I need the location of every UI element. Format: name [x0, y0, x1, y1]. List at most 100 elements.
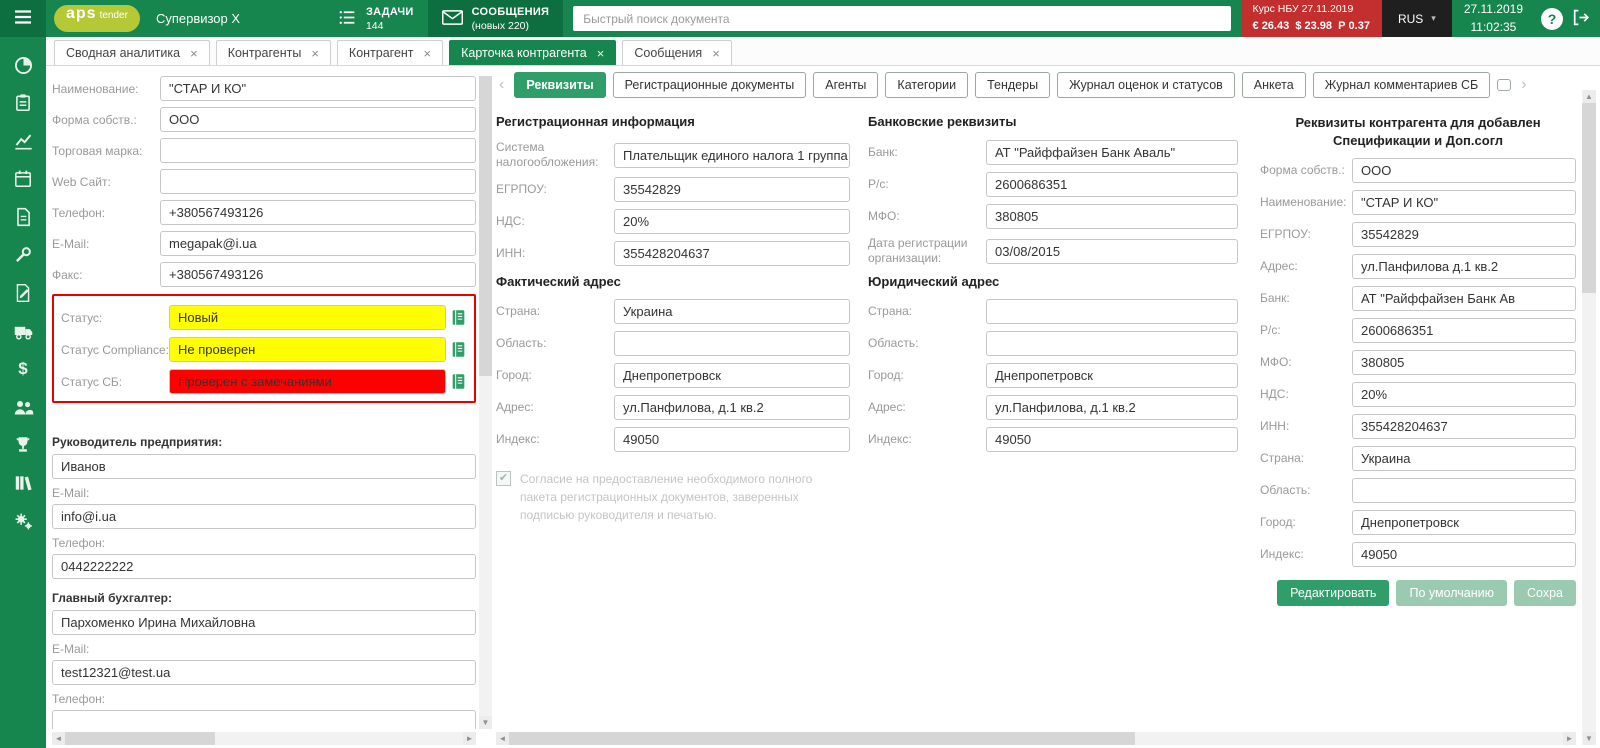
tab-partial-clipped[interactable]: [1497, 79, 1512, 91]
tasks-button[interactable]: ЗАДАЧИ 144: [324, 0, 428, 37]
scroll-right-icon[interactable]: ►: [1563, 732, 1576, 745]
spec-city-input[interactable]: Днепропетровск: [1352, 510, 1576, 536]
hamburger-menu-button[interactable]: [0, 0, 46, 37]
currency-rates-panel[interactable]: Курс НБУ 27.11.2019 € 26.43 $ 23.98 Р 0.…: [1240, 0, 1382, 37]
save-button[interactable]: Сохра: [1514, 580, 1576, 607]
help-button[interactable]: ?: [1541, 7, 1563, 30]
details-vertical-scrollbar[interactable]: ▲ ▼: [1582, 90, 1596, 745]
spec-region-input[interactable]: [1352, 478, 1576, 504]
messages-button[interactable]: СООБЩЕНИЯ (новых 220): [427, 0, 564, 37]
spec-mfo-input[interactable]: 380805: [1352, 350, 1576, 376]
legal-address-input[interactable]: ул.Панфилова, д.1 кв.2: [986, 395, 1238, 420]
line-chart-icon[interactable]: [11, 129, 35, 153]
compliance-journal-icon[interactable]: [450, 341, 467, 358]
trophy-icon[interactable]: [11, 433, 35, 457]
spec-egrpou-input[interactable]: 35542829: [1352, 222, 1576, 248]
website-input[interactable]: [160, 169, 476, 194]
accountant-email-input[interactable]: test12321@test.ua: [52, 660, 476, 685]
scroll-down-icon[interactable]: ▼: [479, 716, 492, 729]
email-input[interactable]: megapak@i.ua: [160, 231, 476, 256]
document-icon[interactable]: [11, 205, 35, 229]
close-icon[interactable]: ×: [424, 47, 432, 60]
language-selector[interactable]: RUS ▾: [1381, 0, 1452, 37]
partners-users-icon[interactable]: [11, 395, 35, 419]
account-input[interactable]: 2600686351: [986, 172, 1238, 197]
truck-icon[interactable]: [11, 319, 35, 343]
close-icon[interactable]: ×: [597, 47, 605, 60]
accountant-name-input[interactable]: Пархоменко Ирина Михайловна: [52, 610, 476, 635]
director-email-input[interactable]: info@i.ua: [52, 504, 476, 529]
left-panel-horizontal-scrollbar[interactable]: ◄ ►: [52, 732, 476, 745]
library-books-icon[interactable]: [11, 471, 35, 495]
tab-contractor-card[interactable]: Карточка контрагента ×: [449, 40, 617, 65]
director-name-input[interactable]: Иванов: [52, 454, 476, 479]
close-icon[interactable]: ×: [190, 47, 198, 60]
legal-country-input[interactable]: [986, 299, 1238, 324]
clipboard-tasks-icon[interactable]: [11, 91, 35, 115]
legal-region-input[interactable]: [986, 331, 1238, 356]
status-journal-icon[interactable]: [450, 309, 467, 326]
tab-contractor[interactable]: Контрагент ×: [336, 40, 444, 65]
security-journal-icon[interactable]: [450, 373, 467, 390]
spec-bank-input[interactable]: АТ "Райффайзен Банк Ав: [1352, 286, 1576, 312]
scrollbar-thumb[interactable]: [1582, 103, 1596, 293]
edit-button[interactable]: Редактировать: [1277, 580, 1390, 607]
scroll-left-icon[interactable]: ◄: [496, 732, 509, 745]
fact-country-input[interactable]: Украина: [614, 299, 850, 324]
fact-address-input[interactable]: ул.Панфилова, д.1 кв.2: [614, 395, 850, 420]
tab-contractors[interactable]: Контрагенты ×: [215, 40, 331, 65]
tab-messages[interactable]: Сообщения ×: [622, 40, 732, 65]
security-status-input[interactable]: Проверен с замечаниями: [169, 369, 446, 394]
scroll-down-icon[interactable]: ▼: [1582, 732, 1596, 745]
close-icon[interactable]: ×: [311, 47, 319, 60]
legal-city-input[interactable]: Днепропетровск: [986, 363, 1238, 388]
tab-summary-analytics[interactable]: Сводная аналитика ×: [54, 40, 210, 65]
tab-categories[interactable]: Категории: [885, 72, 969, 98]
accountant-phone-input[interactable]: [52, 710, 476, 729]
scrollbar-thumb[interactable]: [509, 732, 1136, 745]
fact-zip-input[interactable]: 49050: [614, 427, 850, 452]
director-phone-input[interactable]: 0442222222: [52, 554, 476, 579]
registration-date-input[interactable]: 03/08/2015: [986, 238, 1238, 264]
compliance-status-input[interactable]: Не проверен: [169, 337, 446, 362]
left-panel-vertical-scrollbar[interactable]: ▼: [479, 76, 492, 729]
legal-zip-input[interactable]: 49050: [986, 427, 1238, 452]
spec-ownership-input[interactable]: ООО: [1352, 158, 1576, 184]
egrpou-input[interactable]: 35542829: [614, 177, 850, 202]
tab-requisites[interactable]: Реквизиты: [514, 72, 606, 98]
fact-city-input[interactable]: Днепропетровск: [614, 363, 850, 388]
fact-region-input[interactable]: [614, 331, 850, 356]
bank-name-input[interactable]: АТ "Райффайзен Банк Аваль": [986, 140, 1238, 165]
spec-vat-input[interactable]: 20%: [1352, 382, 1576, 408]
vat-input[interactable]: 20%: [614, 209, 850, 234]
scrollbar-thumb[interactable]: [65, 732, 215, 745]
mfo-input[interactable]: 380805: [986, 204, 1238, 229]
name-input[interactable]: "СТАР И КО": [160, 76, 476, 101]
finance-dollar-icon[interactable]: $: [11, 357, 35, 381]
tab-security-comments-journal[interactable]: Журнал комментариев СБ: [1312, 72, 1491, 98]
spec-country-input[interactable]: Украина: [1352, 446, 1576, 472]
fax-input[interactable]: +380567493126: [160, 262, 476, 287]
spec-address-input[interactable]: ул.Панфилова д.1 кв.2: [1352, 254, 1576, 280]
chevron-left-icon[interactable]: ‹: [496, 76, 507, 94]
aps-tender-logo[interactable]: aps tender: [54, 5, 140, 32]
close-icon[interactable]: ×: [712, 47, 720, 60]
contract-edit-icon[interactable]: [11, 281, 35, 305]
status-input[interactable]: Новый: [169, 305, 446, 330]
wrench-tools-icon[interactable]: [11, 243, 35, 267]
details-horizontal-scrollbar[interactable]: ◄ ►: [496, 732, 1576, 745]
scroll-left-icon[interactable]: ◄: [52, 732, 65, 745]
logout-button[interactable]: [1571, 8, 1590, 30]
spec-zip-input[interactable]: 49050: [1352, 542, 1576, 568]
tab-ratings-status-journal[interactable]: Журнал оценок и статусов: [1057, 72, 1235, 98]
pie-chart-icon[interactable]: [11, 53, 35, 77]
settings-gears-icon[interactable]: [11, 509, 35, 533]
scrollbar-thumb[interactable]: [479, 76, 492, 376]
spec-name-input[interactable]: "СТАР И КО": [1352, 190, 1576, 216]
ownership-form-input[interactable]: ООО: [160, 107, 476, 132]
calendar-icon[interactable]: [11, 167, 35, 191]
consent-checkbox[interactable]: ✔: [496, 471, 511, 486]
phone-input[interactable]: +380567493126: [160, 200, 476, 225]
scroll-right-icon[interactable]: ►: [463, 732, 476, 745]
tab-registration-documents[interactable]: Регистрационные документы: [612, 72, 807, 98]
